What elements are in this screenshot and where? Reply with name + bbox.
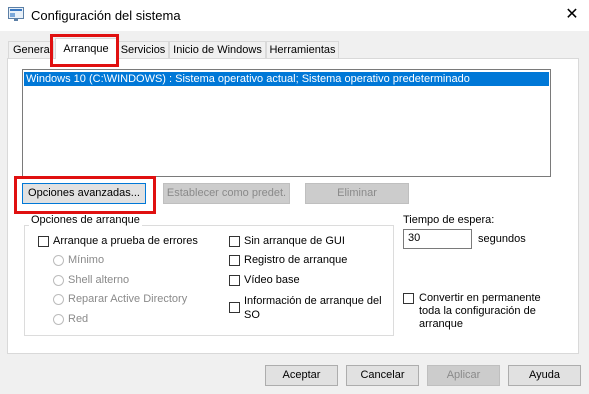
no-gui-label: Sin arranque de GUI	[244, 235, 345, 247]
network-radio[interactable]	[53, 314, 64, 325]
tab-inicio-windows[interactable]: Inicio de Windows	[169, 41, 266, 58]
msconfig-icon	[8, 7, 24, 21]
os-boot-info-label: Información de arranque del SO	[244, 295, 382, 321]
timeout-unit: segundos	[478, 233, 526, 245]
tab-general[interactable]: General	[8, 41, 54, 58]
apply-button[interactable]: Aplicar	[427, 365, 500, 386]
base-video-checkbox[interactable]	[229, 275, 240, 286]
safe-boot-label: Arranque a prueba de errores	[53, 235, 198, 247]
tab-arranque[interactable]: Arranque	[55, 38, 117, 59]
set-default-button[interactable]: Establecer como predet.	[163, 183, 290, 204]
tab-herramientas[interactable]: Herramientas	[266, 41, 339, 58]
base-video-label: Vídeo base	[244, 274, 300, 286]
boot-options-title: Opciones de arranque	[29, 214, 142, 226]
boot-log-checkbox[interactable]	[229, 255, 240, 266]
boot-log-label: Registro de arranque	[244, 254, 348, 266]
close-icon[interactable]: ✕	[562, 4, 582, 26]
delete-button[interactable]: Eliminar	[305, 183, 409, 204]
minimal-label: Mínimo	[68, 254, 105, 266]
tab-servicios[interactable]: Servicios	[117, 41, 169, 58]
alternate-shell-label: Shell alterno	[68, 274, 130, 286]
timeout-input[interactable]: 30	[403, 229, 472, 249]
boot-entry-selected[interactable]: Windows 10 (C:\WINDOWS) : Sistema operat…	[24, 72, 549, 86]
ad-repair-label: Reparar Active Directory	[68, 293, 188, 305]
cancel-button[interactable]: Cancelar	[346, 365, 419, 386]
ok-button[interactable]: Aceptar	[265, 365, 338, 386]
make-permanent-label: Convertir en permanente toda la configur…	[419, 292, 541, 330]
make-permanent-checkbox[interactable]	[403, 293, 414, 304]
minimal-radio[interactable]	[53, 255, 64, 266]
os-boot-info-checkbox[interactable]	[229, 302, 240, 313]
alternate-shell-radio[interactable]	[53, 275, 64, 286]
window-title: Configuración del sistema	[31, 8, 181, 23]
safe-boot-checkbox[interactable]	[38, 236, 49, 247]
advanced-options-button[interactable]: Opciones avanzadas...	[22, 183, 146, 204]
network-label: Red	[68, 313, 89, 325]
no-gui-checkbox[interactable]	[229, 236, 240, 247]
ad-repair-radio[interactable]	[53, 294, 64, 305]
help-button[interactable]: Ayuda	[508, 365, 581, 386]
timeout-label: Tiempo de espera:	[403, 214, 495, 226]
